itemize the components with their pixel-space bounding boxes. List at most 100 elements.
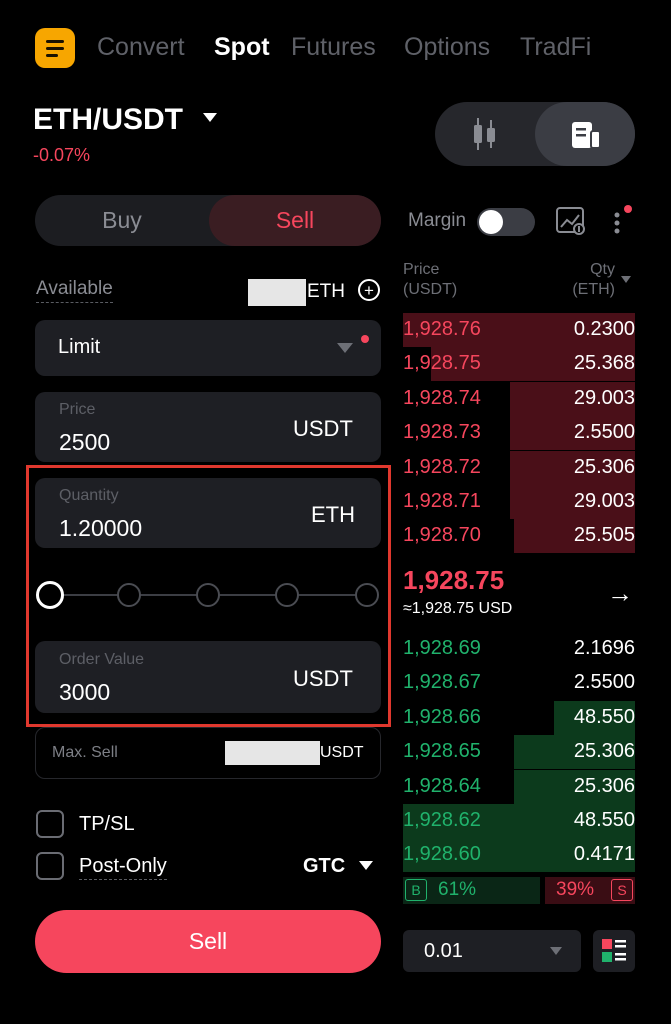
price-change: -0.07% (33, 145, 91, 165)
pair-dropdown-caret-icon[interactable] (203, 113, 217, 122)
buy-ratio: 61% (438, 879, 477, 900)
ask-qty: 25.368 (573, 352, 635, 375)
tpsl-checkbox[interactable] (36, 810, 64, 838)
ask-row[interactable]: 1,928.70 25.505 (403, 519, 635, 554)
order-value-value[interactable]: 3000 (59, 679, 110, 706)
bid-row[interactable]: 1,928.60 0.4171 (403, 838, 635, 873)
bid-qty: 48.550 (573, 809, 635, 831)
sell-button[interactable]: Sell (35, 910, 381, 973)
last-price: 1,928.75 (403, 565, 505, 595)
ob-qty-header-label: Qty (590, 261, 615, 278)
tab-tradfi[interactable]: TradFi (520, 33, 591, 62)
ask-row[interactable]: 1,928.72 25.306 (403, 450, 635, 485)
last-price-usd: ≈1,928.75 USD (403, 600, 513, 617)
depth-chart-icon[interactable] (555, 205, 587, 237)
bid-price: 1,928.66 (403, 705, 481, 728)
bid-row[interactable]: 1,928.64 25.306 (403, 769, 635, 804)
candlestick-chart-icon[interactable] (470, 116, 500, 152)
quantity-unit: ETH (311, 502, 355, 527)
tab-convert[interactable]: Convert (97, 33, 185, 62)
bid-row[interactable]: 1,928.66 48.550 (403, 700, 635, 735)
bid-qty: 2.1696 (573, 637, 635, 659)
price-label: Price (59, 401, 96, 418)
bid-price: 1,928.60 (403, 843, 481, 866)
bid-row[interactable]: 1,928.67 2.5500 (403, 666, 635, 700)
bid-qty: 25.306 (573, 740, 635, 763)
slider-step-75[interactable] (275, 583, 299, 607)
ask-price: 1,928.76 (403, 318, 481, 340)
order-book-icon (570, 120, 602, 150)
slider-step-25[interactable] (117, 583, 141, 607)
max-sell-unit: USDT (320, 744, 364, 761)
deposit-plus-icon[interactable]: + (358, 279, 380, 301)
ask-qty: 25.306 (573, 455, 635, 478)
post-only-checkbox[interactable] (36, 852, 64, 880)
buy-tab[interactable]: Buy (35, 195, 209, 246)
sell-ratio: 39% (556, 879, 595, 900)
app-menu-icon[interactable] (35, 28, 75, 68)
tpsl-label[interactable]: TP/SL (79, 813, 135, 836)
time-in-force-select[interactable]: GTC (303, 855, 345, 878)
sell-badge: S (611, 879, 633, 901)
margin-toggle-knob (479, 210, 503, 234)
tab-options[interactable]: Options (404, 33, 490, 62)
available-unit: ETH (307, 281, 345, 302)
bid-price: 1,928.62 (403, 809, 481, 831)
orderbook-layout-icon (602, 939, 626, 962)
tick-size-value: 0.01 (424, 940, 463, 962)
ob-qty-header-unit: (ETH) (572, 281, 615, 298)
ob-price-header: Price (USDT) (403, 260, 457, 300)
max-sell-redacted (225, 741, 320, 765)
ask-price: 1,928.70 (403, 524, 481, 547)
chevron-down-icon[interactable] (337, 343, 353, 353)
bid-qty: 2.5500 (573, 671, 635, 694)
ob-qty-header[interactable]: Qty (ETH) (560, 260, 615, 300)
ask-qty: 0.2300 (573, 318, 635, 340)
bid-qty: 25.306 (573, 774, 635, 797)
ask-qty: 25.505 (573, 524, 635, 547)
quantity-value[interactable]: 1.20000 (59, 515, 142, 542)
ask-row[interactable]: 1,928.74 29.003 (403, 381, 635, 416)
ask-price: 1,928.74 (403, 386, 481, 409)
order-type-value: Limit (58, 336, 101, 358)
ask-price: 1,928.75 (403, 352, 481, 375)
pair-selector[interactable]: ETH/USDT (33, 103, 183, 137)
slider-step-0[interactable] (36, 581, 64, 609)
bid-price: 1,928.67 (403, 671, 481, 694)
qty-unit-caret-icon[interactable] (621, 276, 631, 283)
tab-spot[interactable]: Spot (214, 33, 270, 62)
available-label[interactable]: Available (36, 278, 113, 303)
arrow-right-icon[interactable]: → (607, 578, 633, 609)
ask-row[interactable]: 1,928.76 0.2300 (403, 313, 635, 347)
ask-price: 1,928.71 (403, 490, 481, 512)
tab-futures[interactable]: Futures (291, 33, 376, 62)
bid-price: 1,928.65 (403, 740, 481, 763)
ob-price-header-unit: (USDT) (403, 281, 458, 298)
ask-price: 1,928.72 (403, 455, 481, 478)
ob-price-header-label: Price (403, 261, 440, 278)
bid-price: 1,928.69 (403, 637, 481, 659)
quantity-label: Quantity (59, 487, 119, 504)
ask-qty: 29.003 (573, 386, 635, 409)
ask-row[interactable]: 1,928.75 25.368 (403, 347, 635, 382)
slider-step-50[interactable] (196, 583, 220, 607)
bid-row[interactable]: 1,928.69 2.1696 (403, 632, 635, 666)
bid-qty: 48.550 (573, 705, 635, 728)
bid-row[interactable]: 1,928.65 25.306 (403, 735, 635, 770)
buy-badge: B (405, 879, 427, 901)
post-only-label[interactable]: Post-Only (79, 855, 167, 880)
max-sell-label: Max. Sell (52, 744, 118, 761)
ask-price: 1,928.73 (403, 421, 481, 444)
tif-caret-icon[interactable] (359, 861, 373, 870)
slider-step-100[interactable] (355, 583, 379, 607)
sell-tab[interactable]: Sell (209, 195, 381, 246)
bid-row[interactable]: 1,928.62 48.550 (403, 804, 635, 838)
tick-caret-icon[interactable] (550, 947, 562, 955)
ask-row[interactable]: 1,928.71 29.003 (403, 485, 635, 519)
price-value[interactable]: 2500 (59, 429, 110, 456)
orderbook-layout-button[interactable] (593, 930, 635, 972)
ask-row[interactable]: 1,928.73 2.5500 (403, 416, 635, 451)
margin-label: Margin (408, 210, 467, 231)
more-options-icon[interactable] (609, 203, 637, 239)
price-unit: USDT (293, 416, 353, 441)
